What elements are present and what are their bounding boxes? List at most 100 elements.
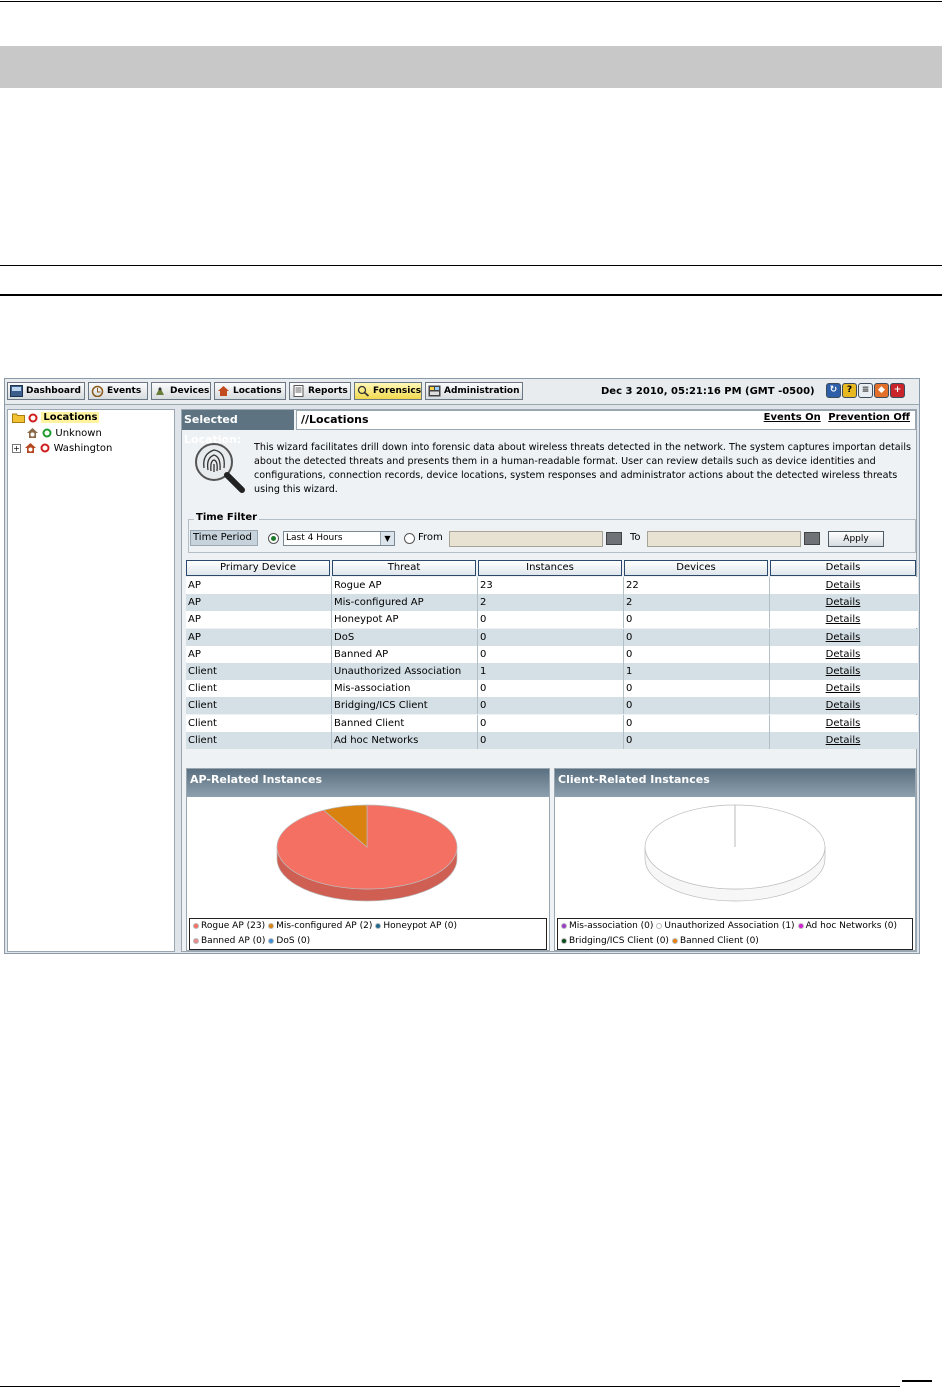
devices-icon	[156, 387, 164, 395]
table-cell: 0	[624, 680, 770, 698]
table-cell: 0	[624, 731, 770, 749]
table-cell: AP	[186, 594, 332, 612]
wizard-description: This wizard facilitates drill down into …	[254, 442, 912, 495]
legend-dot-icon	[671, 937, 678, 944]
dashboard-icon	[10, 385, 23, 397]
legend-label: Banned AP (0)	[201, 936, 266, 946]
forensics-window: Dashboard Events Devices Locations Repor…	[4, 378, 920, 954]
details-link[interactable]: Details	[770, 663, 916, 680]
from-radio[interactable]	[404, 533, 415, 544]
ap-legend-items: Rogue AP (23) Mis-configured AP (2) Honeyp…	[193, 919, 546, 949]
table-cell: Client	[186, 663, 332, 680]
shield-icon[interactable]: ◆	[874, 383, 889, 398]
list-icon[interactable]: ≡	[858, 383, 873, 398]
events-toggle-link[interactable]: Events On	[764, 412, 821, 423]
apply-button[interactable]: Apply	[828, 531, 884, 547]
expand-icon[interactable]: +	[12, 443, 21, 453]
tab-label: Forensics	[373, 386, 422, 396]
table-cell: 0	[624, 697, 770, 715]
table-cell: DoS	[332, 628, 478, 646]
table-row: Client Ad hoc Networks 0 0 Details	[186, 731, 918, 749]
time-filter-title: Time Filter	[194, 512, 260, 523]
page-marker	[902, 1380, 932, 1382]
details-link[interactable]: Details	[770, 594, 916, 611]
time-period-value: Last 4 Hours	[286, 533, 343, 543]
prevention-toggle-link[interactable]: Prevention Off	[828, 412, 910, 423]
details-link[interactable]: Details	[770, 732, 916, 749]
column-header[interactable]: Instances	[478, 560, 622, 576]
tree-label: Unknown	[55, 427, 102, 439]
legend-label: Mis-configured AP (2)	[276, 921, 373, 931]
help-icon[interactable]: ?	[842, 383, 857, 398]
ap-instances-panel: AP-Related Instances Rogue AP (23) Mis-co…	[186, 768, 550, 951]
details-link[interactable]: Details	[770, 629, 916, 646]
ap-chart-legend: Rogue AP (23) Mis-configured AP (2) Honeyp…	[189, 918, 547, 950]
from-calendar-icon[interactable]	[606, 532, 622, 545]
table-row: AP Honeypot AP 0 0 Details	[186, 611, 918, 629]
table-cell: 0	[478, 680, 624, 698]
ap-pie-chart	[276, 804, 458, 902]
tab-label: Dashboard	[26, 386, 81, 396]
footer-rule	[0, 1386, 900, 1387]
toolbar-icons: ↻? ≡ ◆ +	[826, 383, 906, 401]
legend-dot-icon	[656, 922, 663, 929]
legend-item: Honeypot AP (0)	[375, 921, 457, 931]
refresh-icon[interactable]: ↻	[826, 383, 841, 398]
top-rule	[0, 1, 942, 2]
legend-item: Rogue AP (23)	[193, 921, 265, 931]
table-cell: AP	[186, 611, 332, 629]
table-cell: Ad hoc Networks	[332, 731, 478, 749]
table-cell: 0	[624, 611, 770, 629]
column-header[interactable]: Threat	[332, 560, 476, 576]
details-link[interactable]: Details	[770, 577, 916, 594]
tab-reports[interactable]: Reports	[289, 382, 351, 400]
legend-label: Unauthorized Association (1)	[664, 921, 795, 931]
details-link[interactable]: Details	[770, 646, 916, 663]
time-period-select[interactable]: Last 4 Hours ▼	[283, 531, 395, 546]
column-header[interactable]: Details	[770, 560, 916, 576]
legend-label: Rogue AP (23)	[201, 921, 266, 931]
tree-item-unknown[interactable]: Unknown	[26, 427, 102, 439]
reports-icon	[293, 385, 304, 397]
time-period-radio[interactable]	[268, 533, 279, 544]
to-calendar-icon[interactable]	[804, 532, 820, 545]
tab-forensics[interactable]: Forensics	[354, 382, 422, 400]
from-date-input[interactable]	[449, 531, 603, 547]
location-tree: Locations Unknown + Washington	[7, 409, 175, 952]
tab-administration[interactable]: Administration	[425, 382, 523, 400]
selected-location-bar: Selected Location: //Locations Events On…	[182, 410, 916, 446]
location-house-icon	[27, 428, 38, 438]
exit-icon[interactable]: +	[890, 383, 905, 398]
legend-label: Banned Client (0)	[679, 936, 759, 946]
tree-item-locations[interactable]: Locations	[12, 412, 100, 424]
tab-events[interactable]: Events	[88, 382, 148, 400]
client-pie-chart	[644, 804, 826, 902]
table-cell: 0	[624, 645, 770, 663]
legend-label: Ad hoc Networks (0)	[805, 921, 898, 931]
administration-icon	[428, 385, 441, 397]
tab-label: Locations	[233, 386, 282, 396]
section-rule-top	[0, 265, 942, 266]
forensics-panel: Selected Location: //Locations Events On…	[181, 409, 918, 952]
table-row: Client Mis-association 0 0 Details	[186, 680, 918, 698]
details-link[interactable]: Details	[770, 697, 916, 714]
to-date-input[interactable]	[647, 531, 801, 547]
details-link[interactable]: Details	[770, 680, 916, 697]
legend-dot-icon	[193, 922, 199, 929]
tab-devices[interactable]: Devices	[151, 382, 211, 400]
tab-dashboard[interactable]: Dashboard	[7, 382, 85, 400]
table-cell: 0	[624, 714, 770, 732]
column-header[interactable]: Primary Device	[186, 560, 330, 576]
column-header[interactable]: Devices	[624, 560, 768, 576]
table-cell: Unauthorized Association	[332, 663, 478, 680]
tree-item-washington[interactable]: + Washington	[12, 442, 112, 454]
client-legend-items: Mis-association (0) Unauthorized Associat…	[561, 919, 912, 949]
table-header: Primary Device Threat Instances Devices …	[186, 560, 918, 576]
table-cell: Client	[186, 731, 332, 749]
details-link[interactable]: Details	[770, 715, 916, 732]
tab-locations[interactable]: Locations	[214, 382, 286, 400]
legend-label: DoS (0)	[276, 936, 311, 946]
legend-item: Mis-association (0)	[561, 921, 653, 931]
details-link[interactable]: Details	[770, 611, 916, 628]
table-row: Client Bridging/ICS Client 0 0 Details	[186, 697, 918, 715]
